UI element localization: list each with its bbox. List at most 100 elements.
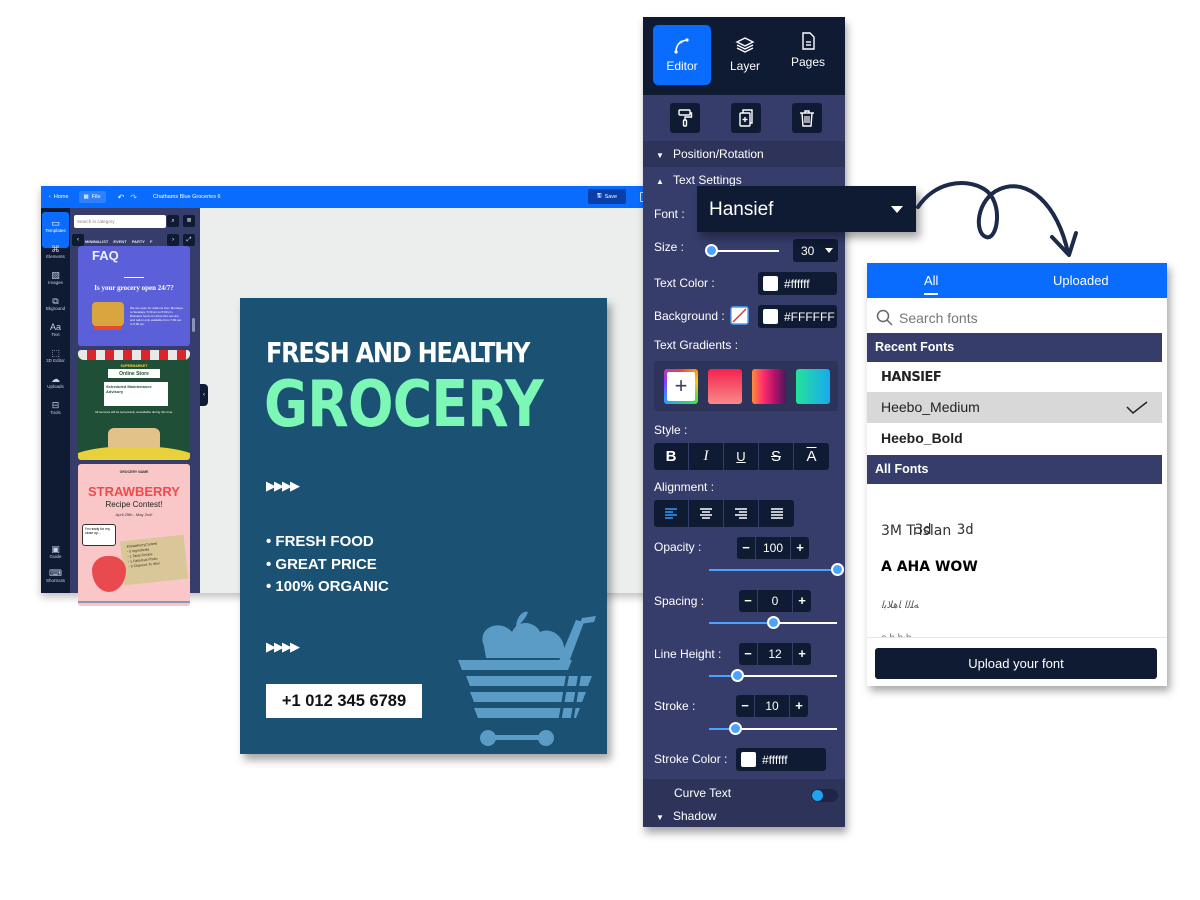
increment-button[interactable]: + xyxy=(793,643,811,665)
underline-button[interactable]: U xyxy=(724,443,759,470)
template-thumbnail[interactable]: FAQ Is your grocery open 24/7? We are op… xyxy=(78,246,190,346)
save-button[interactable]: 🖫 Save xyxy=(588,189,626,204)
align-left-icon xyxy=(665,507,677,519)
template-subtitle: Recipe Contest! xyxy=(105,500,163,509)
list-view-icon[interactable]: ≣ xyxy=(183,215,195,227)
slider-knob[interactable] xyxy=(831,563,844,576)
category-tab[interactable]: MINIMALIST xyxy=(85,239,108,244)
undo-icon[interactable]: ↶ xyxy=(118,193,125,202)
duplicate-button[interactable] xyxy=(731,103,761,133)
template-thumbnail[interactable]: SUPERMARKET Online Store Scheduled Maint… xyxy=(78,350,190,460)
rail-item-shortcuts[interactable]: ⌨ Shortcuts xyxy=(42,562,69,598)
opacity-value[interactable]: 100 xyxy=(755,537,791,559)
align-right-button[interactable] xyxy=(724,500,759,527)
align-left-button[interactable] xyxy=(654,500,689,527)
line-height-slider[interactable] xyxy=(709,669,837,683)
slider-knob[interactable] xyxy=(728,722,742,735)
slider-knob[interactable] xyxy=(767,616,780,629)
category-search-input[interactable]: Search in category xyxy=(74,215,166,228)
tab-layer[interactable]: Layer xyxy=(716,25,774,85)
home-button[interactable]: ‹ Home xyxy=(49,194,69,200)
tab-pages[interactable]: Pages xyxy=(779,21,837,81)
gradient-swatch[interactable] xyxy=(708,369,742,404)
poster-bullet-list[interactable]: • FRESH FOOD • GREAT PRICE • 100% ORGANI… xyxy=(266,531,389,599)
poster-title[interactable]: GROCERY xyxy=(264,368,544,442)
stroke-stepper[interactable]: − 10 + xyxy=(736,695,808,717)
category-tab[interactable]: F xyxy=(150,239,152,244)
divider xyxy=(124,277,144,278)
font-option[interactable]: A AHA WOW xyxy=(867,552,1162,583)
stroke-slider[interactable] xyxy=(709,722,837,736)
panel-scrollbar[interactable] xyxy=(192,318,195,332)
search-icon[interactable]: ⌕ xyxy=(167,215,179,227)
shadow-section[interactable]: ▼ Shadow xyxy=(643,806,845,827)
align-center-button[interactable] xyxy=(689,500,724,527)
poster-phone[interactable]: +1 012 345 6789 xyxy=(266,684,422,718)
decrement-button[interactable]: − xyxy=(737,537,755,559)
rail-item-tools[interactable]: ⊟ Tools xyxy=(42,394,69,430)
gradient-swatch[interactable] xyxy=(752,369,786,404)
curve-text-toggle[interactable] xyxy=(811,789,838,802)
increment-button[interactable]: + xyxy=(793,590,811,612)
spacing-slider[interactable] xyxy=(709,616,837,630)
slider-knob[interactable] xyxy=(705,244,719,257)
expand-icon[interactable]: ⤢ xyxy=(183,234,195,246)
italic-button[interactable]: I xyxy=(689,443,724,470)
decrement-button[interactable]: − xyxy=(739,590,757,612)
document-title[interactable]: Chathams Blue Groceries 6 xyxy=(153,194,221,200)
stroke-value[interactable]: 10 xyxy=(754,695,790,717)
category-prev-button[interactable]: ‹ xyxy=(72,234,84,246)
category-next-button[interactable]: › xyxy=(167,234,179,246)
category-tab[interactable]: PARTY xyxy=(132,239,145,244)
tab-all[interactable]: All xyxy=(924,273,939,295)
shopping-cart-icon xyxy=(458,611,596,746)
decrement-button[interactable]: − xyxy=(736,695,754,717)
paint-roller-button[interactable] xyxy=(670,103,700,133)
justify-button[interactable] xyxy=(759,500,794,527)
redo-icon[interactable]: ↷ xyxy=(130,193,137,202)
font-option[interactable]: 3M Trislan xyxy=(867,516,1162,547)
font-option[interactable]: a h h b xyxy=(867,623,1162,637)
slider-knob[interactable] xyxy=(731,669,745,682)
position-rotation-section[interactable]: ▼ Position/Rotation xyxy=(643,141,845,167)
font-dropdown[interactable]: Hansief xyxy=(697,186,916,232)
opacity-slider[interactable] xyxy=(709,563,844,577)
collapse-panel-button[interactable]: ‹ xyxy=(200,384,208,406)
upload-font-button[interactable]: Upload your font xyxy=(875,648,1157,679)
increment-button[interactable]: + xyxy=(791,537,809,559)
tab-uploaded[interactable]: Uploaded xyxy=(1053,273,1109,288)
background-color-field[interactable]: #FFFFFF xyxy=(758,305,837,328)
stroke-color-field[interactable]: #ffffff xyxy=(736,748,826,771)
poster-headline[interactable]: FRESH AND HEALTHY xyxy=(266,336,530,369)
bold-button[interactable]: B xyxy=(654,443,689,470)
decrement-button[interactable]: − xyxy=(739,643,757,665)
size-slider[interactable] xyxy=(705,244,779,258)
poster-canvas[interactable]: FRESH AND HEALTHY GROCERY ▶▶▶▶ • FRESH F… xyxy=(240,298,607,754)
category-tab[interactable]: EVENT xyxy=(113,239,126,244)
line-height-value[interactable]: 12 xyxy=(757,643,793,665)
add-gradient-button[interactable]: + xyxy=(664,369,698,404)
line-height-stepper[interactable]: − 12 + xyxy=(739,643,811,665)
font-option-hansief[interactable]: HANSIEF xyxy=(867,362,1162,393)
font-option-heebo-bold[interactable]: Heebo_Bold xyxy=(867,423,1162,454)
strikethrough-button[interactable]: S xyxy=(759,443,794,470)
spacing-value[interactable]: 0 xyxy=(757,590,793,612)
font-option[interactable]: 3d 3d xyxy=(867,484,1162,538)
font-option[interactable]: ﻪﻠﻟا ﺎﻫﻼﺑﺍ xyxy=(867,590,1162,621)
opacity-stepper[interactable]: − 100 + xyxy=(737,537,809,559)
tab-editor[interactable]: Editor xyxy=(653,25,711,85)
size-dropdown[interactable]: 30 xyxy=(793,239,838,262)
gradient-swatch[interactable] xyxy=(796,369,830,404)
increment-button[interactable]: + xyxy=(790,695,808,717)
delete-button[interactable] xyxy=(792,103,822,133)
uppercase-button[interactable]: A xyxy=(794,443,829,470)
file-menu-button[interactable]: ▦ File xyxy=(78,191,106,203)
spacing-stepper[interactable]: − 0 + xyxy=(739,590,811,612)
text-color-field[interactable]: #ffffff xyxy=(758,272,837,295)
template-title: STRAWBERRY xyxy=(88,484,180,499)
no-color-icon[interactable] xyxy=(730,306,749,325)
panel-horizontal-scrollbar[interactable] xyxy=(78,601,190,603)
font-search-input[interactable]: Search fonts xyxy=(867,305,1167,333)
template-thumbnail[interactable]: GROCERY NAME STRAWBERRY Recipe Contest! … xyxy=(78,464,190,606)
font-option-heebo-medium[interactable]: Heebo_Medium xyxy=(867,392,1162,423)
